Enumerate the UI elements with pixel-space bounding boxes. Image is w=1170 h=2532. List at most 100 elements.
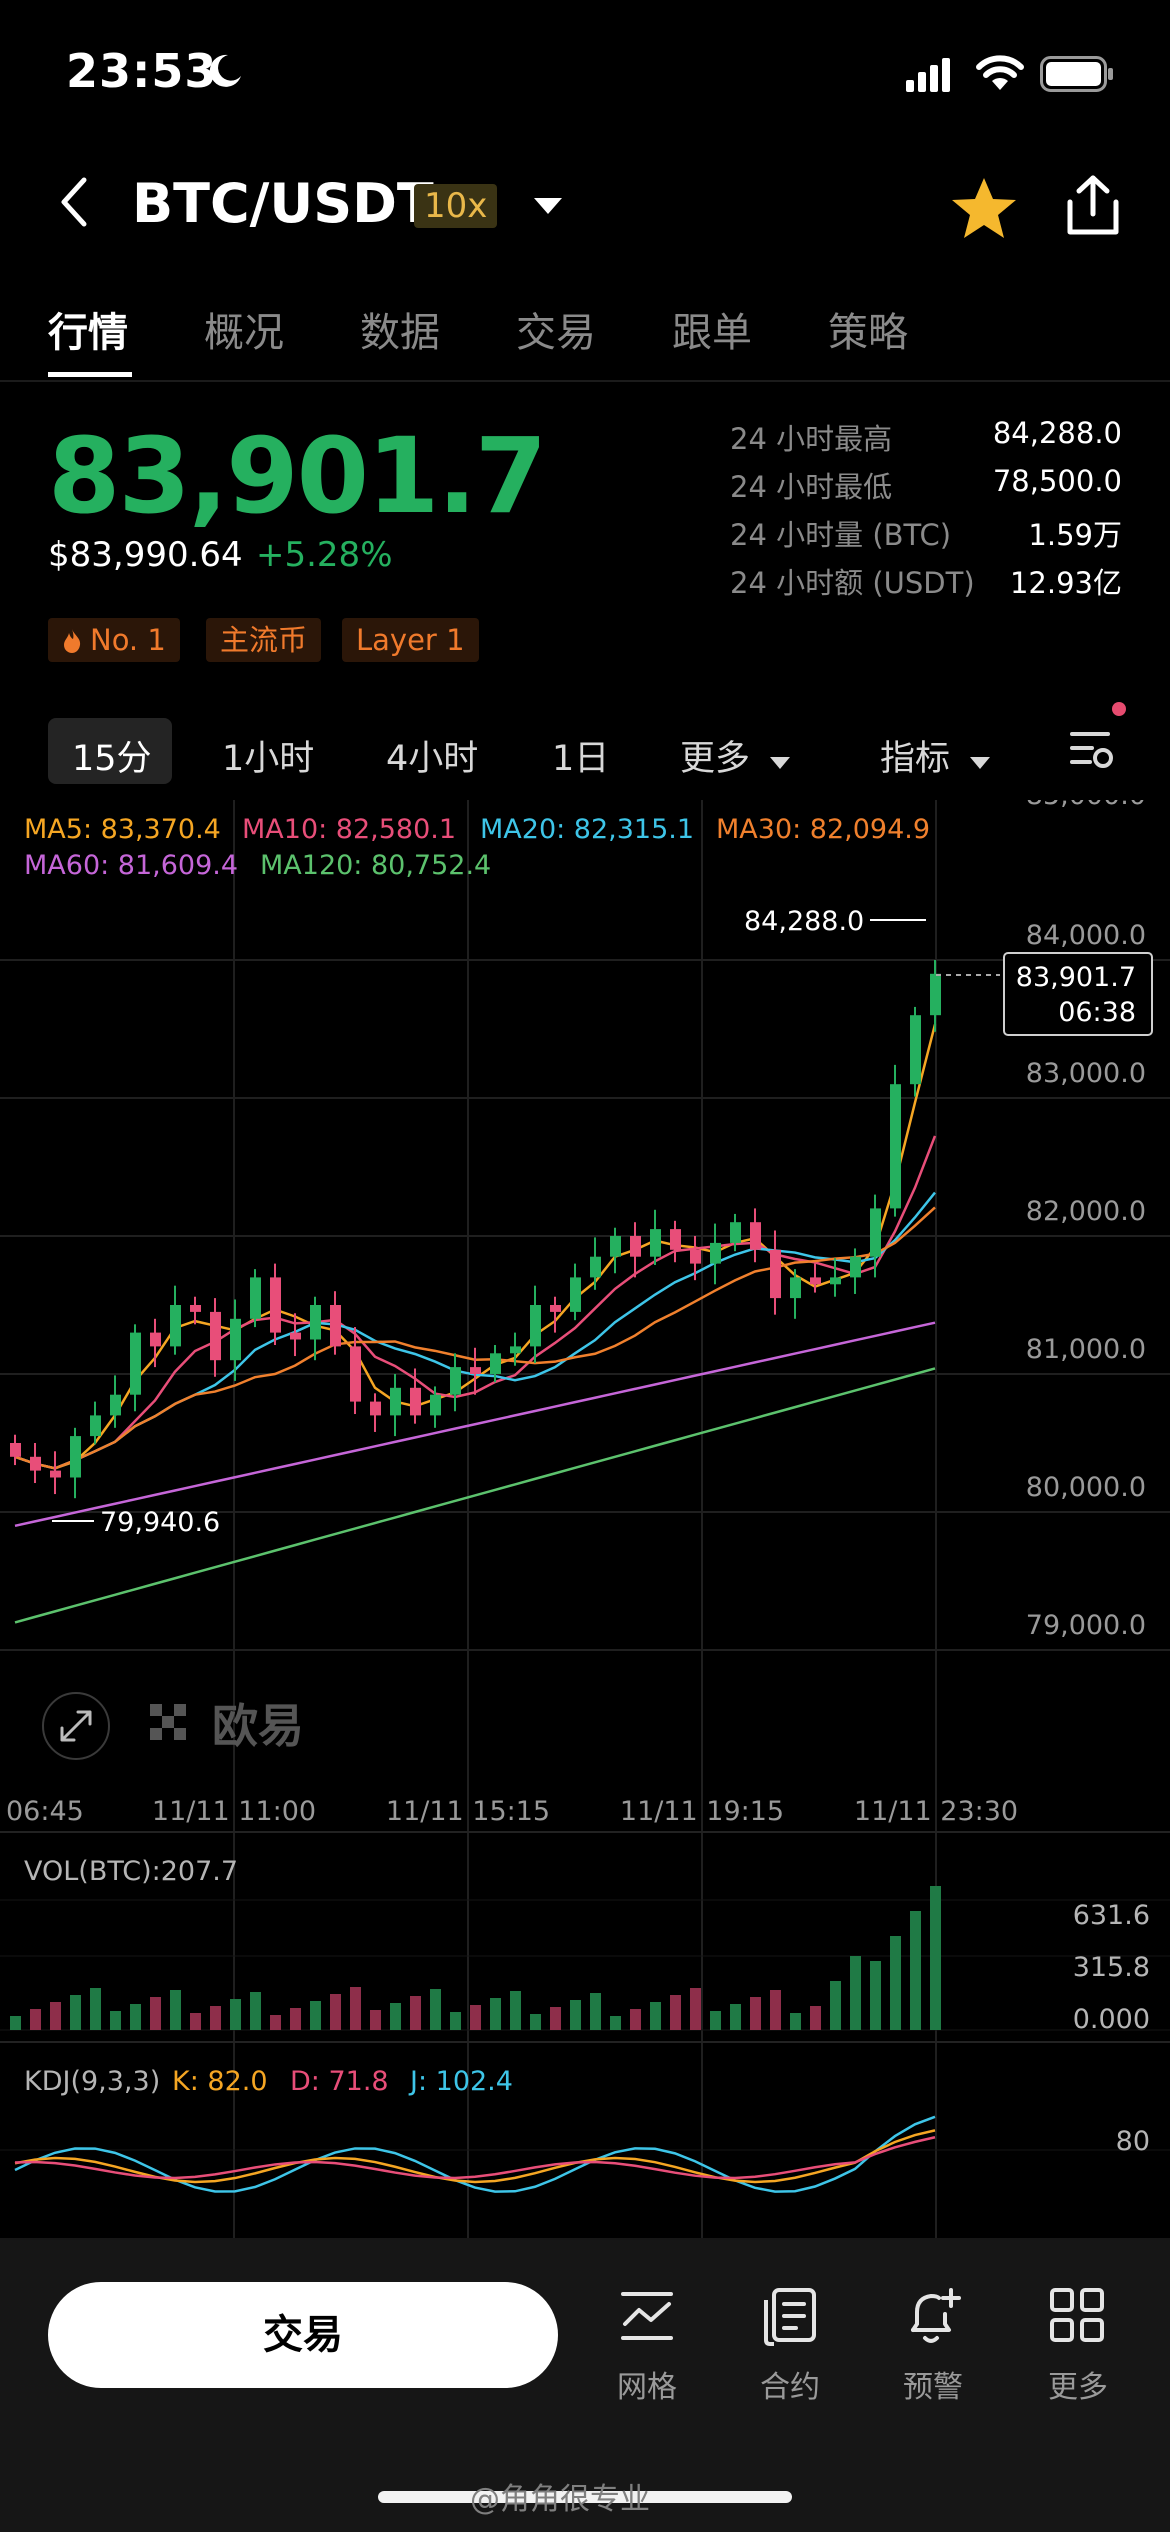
ma-line (14, 1191, 936, 1470)
volume-bar (330, 1994, 341, 2030)
candle-body (10, 1443, 21, 1457)
nav-label-alert[interactable]: 预警 (873, 2362, 993, 2406)
tag-mainstream[interactable]: 主流币 (206, 618, 322, 662)
kdj-d: D: 71.8 (290, 2066, 389, 2097)
tab-data[interactable]: 数据 (360, 300, 440, 358)
candle-body (30, 1456, 41, 1471)
candle-body (510, 1346, 521, 1354)
back-chevron-icon[interactable] (56, 176, 92, 228)
nav-label-contract[interactable]: 合约 (730, 2362, 850, 2406)
stat-label-high: 24 小时最高 (730, 422, 893, 456)
interval-4h[interactable]: 4小时 (386, 730, 478, 781)
trade-button[interactable]: 交易 (48, 2282, 558, 2388)
candle-body (710, 1242, 721, 1264)
volume-bar (210, 2006, 221, 2030)
volume-bar (170, 1990, 181, 2030)
stat-value-volume: 1.59万 (1028, 518, 1122, 552)
contract-icon[interactable] (760, 2286, 820, 2346)
interval-1d[interactable]: 1日 (552, 730, 609, 781)
leverage-badge: 10x (414, 184, 498, 228)
interval-1h[interactable]: 1小时 (222, 730, 314, 781)
y-tick: 81,000.0 (1026, 1334, 1146, 1365)
brand-watermark: 欧易 (212, 1699, 304, 1753)
volume-bar (430, 1989, 441, 2030)
tab-strategy[interactable]: 策略 (828, 300, 908, 358)
volume-bar (90, 1988, 101, 2030)
x-tick: 11/11 15:15 (386, 1796, 550, 1827)
tag-layer1[interactable]: Layer 1 (342, 618, 479, 662)
tag-rank[interactable]: No. 1 (48, 618, 180, 662)
expand-chart-icon[interactable] (42, 1692, 110, 1760)
volume-bar (590, 1993, 601, 2030)
candle-body (690, 1249, 701, 1264)
volume-bar (510, 1991, 521, 2030)
ma30-label: MA30: 82,094.9 (716, 814, 930, 845)
volume-bar (450, 2012, 461, 2030)
volume-bar (410, 1996, 421, 2030)
alert-bell-icon[interactable] (903, 2286, 963, 2346)
volume-title: VOL(BTC):207.7 (24, 1856, 238, 1887)
candle-body (490, 1353, 501, 1374)
volume-bar (930, 1886, 941, 2030)
candle-body (570, 1277, 581, 1312)
candle-body (190, 1305, 201, 1312)
volume-bar (10, 2016, 21, 2030)
tab-trade[interactable]: 交易 (516, 300, 596, 358)
kdj-line (14, 2115, 936, 2193)
divider (0, 380, 1170, 382)
high-label: 84,288.0 (744, 906, 864, 937)
nav-label-grid[interactable]: 网格 (587, 2362, 707, 2406)
stat-value-high: 84,288.0 (992, 416, 1122, 450)
candle-body (870, 1208, 881, 1257)
volume-bar (910, 1911, 921, 2030)
y-tick: 79,000.0 (1026, 1610, 1146, 1641)
tab-market[interactable]: 行情 (48, 300, 128, 358)
y-tick-top: 85,000.0 (1026, 800, 1146, 811)
cellular-signal-icon (906, 58, 950, 92)
interval-15m[interactable]: 15分 (72, 730, 152, 781)
candle-body (830, 1277, 841, 1285)
candle-body (150, 1332, 161, 1347)
nav-label-more[interactable]: 更多 (1018, 2362, 1138, 2406)
flame-icon (64, 629, 81, 653)
volume-bar (30, 2009, 41, 2030)
volume-bar (270, 2015, 281, 2030)
candle-body (90, 1415, 101, 1437)
pair-dropdown-icon[interactable] (532, 196, 564, 216)
last-price: 83,901.7 (48, 415, 547, 537)
volume-bar (690, 1988, 701, 2030)
volume-bar (870, 1961, 881, 2030)
candle-body (390, 1387, 401, 1416)
status-time: 23:53 (66, 44, 218, 98)
pair-title[interactable]: BTC/USDT (132, 172, 434, 235)
x-tick: 11/11 11:00 (152, 1796, 316, 1827)
indicators-menu[interactable]: 指标 (880, 730, 991, 781)
vol-tick: 0.000 (1073, 2004, 1150, 2035)
more-grid-icon[interactable] (1048, 2286, 1108, 2346)
candle-body (930, 973, 941, 1016)
candle-body (670, 1229, 681, 1250)
stat-label-turnover: 24 小时额 (USDT) (730, 566, 975, 600)
volume-bar (370, 2010, 381, 2030)
current-price: 83,901.7 (1016, 962, 1136, 993)
grid-trading-icon[interactable] (617, 2286, 677, 2346)
interval-more[interactable]: 更多 (680, 730, 791, 781)
notification-dot (1112, 702, 1126, 716)
ma20-label: MA20: 82,315.1 (480, 814, 694, 845)
candle-body (310, 1305, 321, 1340)
tab-copy-trading[interactable]: 跟单 (672, 300, 752, 358)
candle-body (330, 1305, 341, 1347)
kdj-tick: 80 (1116, 2126, 1150, 2157)
tab-overview[interactable]: 概况 (204, 300, 284, 358)
candle-body (790, 1277, 801, 1299)
candlestick-chart[interactable]: MA5: 83,370.4 MA10: 82,580.1 MA20: 82,31… (0, 800, 1170, 2238)
volume-bar (670, 1995, 681, 2030)
candle-body (610, 1236, 621, 1257)
share-icon[interactable] (1064, 174, 1122, 238)
favorite-star-icon[interactable] (950, 176, 1018, 240)
volume-bar (190, 2013, 201, 2030)
kdj-j: J: 102.4 (408, 2066, 513, 2097)
chart-settings-icon[interactable] (1070, 730, 1116, 770)
candle-body (110, 1394, 121, 1416)
candle-body (470, 1367, 481, 1374)
